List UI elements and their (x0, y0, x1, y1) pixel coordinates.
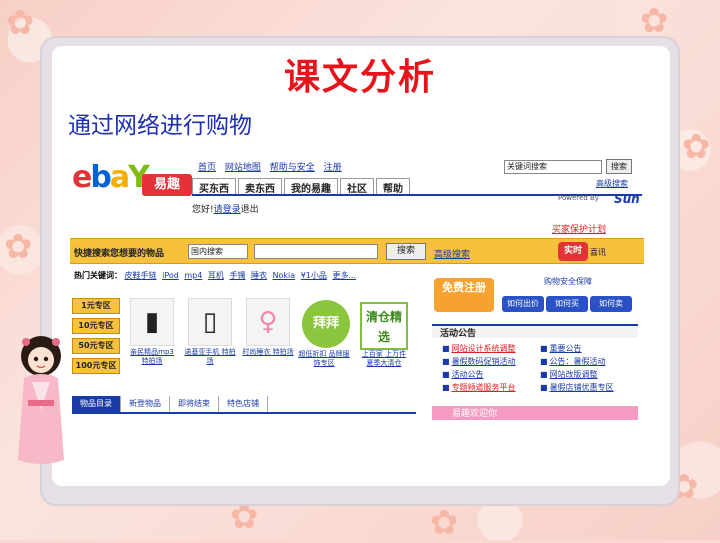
how-to-bid-button[interactable]: 如何出价 (502, 296, 544, 312)
dress-image: ♀ (246, 298, 290, 346)
notice-link[interactable]: 暑假数码促销活动 (452, 357, 516, 366)
login-link[interactable]: 请登录 (214, 205, 241, 215)
catalog-tabs: 物品目录 新登物品 即将结束 特色店铺 (72, 396, 416, 414)
notice-list-right: ■ 重要公告 ■ 公告：暑假活动 ■ 网站改版调整 ■ 暑假店铺优惠专区 (540, 344, 614, 392)
clearance-badge[interactable]: 清仓精选 (360, 302, 408, 350)
hot-word[interactable]: 睡衣 (251, 271, 267, 280)
notice-link[interactable]: 活动公告 (452, 370, 484, 379)
tab-new-items[interactable]: 新登物品 (121, 396, 170, 412)
quick-search-label: 快捷搜索您想要的物品 (74, 249, 165, 259)
mp3-image: ▮ (130, 298, 174, 346)
link-home[interactable]: 首页 (198, 163, 216, 173)
phone-image: ▯ (188, 298, 232, 346)
hot-keywords: 热门关键词： 皮鞋手链 iPod mp4 耳机 手镯 睡衣 Nokia ¥1小品… (74, 271, 357, 280)
pink-banner[interactable]: 易趣欢迎你 (432, 406, 638, 420)
ebay-cn-logo: 易趣 (142, 174, 192, 196)
product-card[interactable]: 上百家 上万件 夏季大清仓 (358, 350, 410, 376)
quick-search-button[interactable]: 搜索 (386, 243, 426, 260)
slide-subtitle: 通过网络进行购物 (68, 113, 252, 139)
slide-title: 课文分析 (283, 57, 436, 98)
hot-word[interactable]: 皮鞋手链 (125, 271, 157, 280)
help-buttons: 如何出价 如何买 如何卖 (502, 296, 634, 312)
hot-word[interactable]: iPod (162, 271, 179, 280)
flower-decoration: ✿ (640, 1, 669, 41)
top-advanced-search-link[interactable]: 高级搜索 (596, 178, 628, 189)
news-badge: 喜讯 (590, 248, 606, 257)
product-card[interactable]: 超低折扣 品牌服饰专区 (298, 350, 350, 376)
notice-link[interactable]: 网站改版调整 (550, 370, 598, 379)
notice-link[interactable]: 专题频道服务平台 (452, 383, 516, 392)
zone-10-yuan[interactable]: 10元专区 (72, 318, 120, 334)
quick-search-bar: 快捷搜索您想要的物品 国内搜索 搜索 高级搜索 实时 喜讯 (70, 238, 644, 264)
ebay-logo[interactable]: ebaY (72, 160, 150, 195)
tab-catalog[interactable]: 物品目录 (72, 396, 121, 412)
flower-decoration: ✿ (4, 227, 33, 267)
realtime-badge[interactable]: 实时 (558, 242, 588, 261)
product-card[interactable]: ▯ 诺基亚手机 特拍场 (184, 298, 236, 376)
hot-word[interactable]: Nokia (273, 271, 296, 280)
search-scope-select[interactable]: 国内搜索 (188, 244, 248, 259)
advanced-search-link[interactable]: 高级搜索 (434, 247, 470, 260)
how-to-buy-button[interactable]: 如何买 (546, 296, 588, 312)
shopping-safety-badge[interactable]: 购物安全保障 (544, 276, 592, 287)
hot-word[interactable]: mp4 (184, 271, 202, 280)
tab-featured-stores[interactable]: 特色店铺 (219, 396, 268, 412)
notice-link[interactable]: 暑假店铺优惠专区 (550, 383, 614, 392)
cartoon-girl-decoration (18, 336, 64, 464)
flower-decoration: ✿ (430, 503, 459, 543)
product-card[interactable]: ▮ 亲民精品mp3 特拍场 (126, 298, 178, 376)
flower-decoration: ✿ (6, 3, 35, 43)
notice-link[interactable]: 网站设计系统调整 (452, 344, 516, 353)
free-register-button[interactable]: 免费注册 (432, 276, 496, 314)
zone-1-yuan[interactable]: 1元专区 (72, 298, 120, 314)
quick-search-input[interactable] (254, 244, 378, 259)
top-search-input[interactable]: 关键词搜索 (504, 160, 602, 174)
notice-header: 活动公告 (432, 324, 638, 339)
sun-logo: Sun (614, 192, 640, 206)
top-links: 首页 网站地图 帮助与安全 注册 (198, 160, 348, 173)
notice-link[interactable]: 重要公告 (550, 344, 582, 353)
ebay-screenshot: ebaY 易趣 首页 网站地图 帮助与安全 注册 买东西 卖东西 我的易趣 社区… (70, 152, 644, 420)
zone-100-yuan[interactable]: 100元专区 (72, 358, 120, 374)
buyer-protection-link[interactable]: 买家保护计划 (552, 222, 606, 235)
how-to-sell-button[interactable]: 如何卖 (590, 296, 632, 312)
tab-ending-soon[interactable]: 即将结束 (170, 396, 219, 412)
top-search-button[interactable]: 搜索 (606, 159, 632, 174)
link-register[interactable]: 注册 (324, 163, 342, 173)
flower-decoration: ✿ (682, 127, 711, 167)
welcome-text: 您好!请登录退出 (192, 205, 259, 215)
powered-by-text: Powered By (558, 194, 599, 202)
promo-green-badge[interactable]: 拜拜 (302, 300, 350, 348)
product-card[interactable]: ♀ 时尚睡衣 特拍场 (242, 298, 294, 376)
hot-word[interactable]: ¥1小品 (301, 271, 327, 280)
notice-link[interactable]: 公告：暑假活动 (550, 357, 606, 366)
hot-word[interactable]: 手镯 (229, 271, 245, 280)
zone-50-yuan[interactable]: 50元专区 (72, 338, 120, 354)
link-sitemap[interactable]: 网站地图 (225, 163, 261, 173)
link-help-safety[interactable]: 帮助与安全 (270, 163, 315, 173)
hot-word[interactable]: 耳机 (208, 271, 224, 280)
hot-word[interactable]: 更多... (332, 271, 356, 280)
notice-list-left: ■ 网站设计系统调整 ■ 暑假数码促销活动 ■ 活动公告 ■ 专题频道服务平台 (442, 344, 516, 392)
